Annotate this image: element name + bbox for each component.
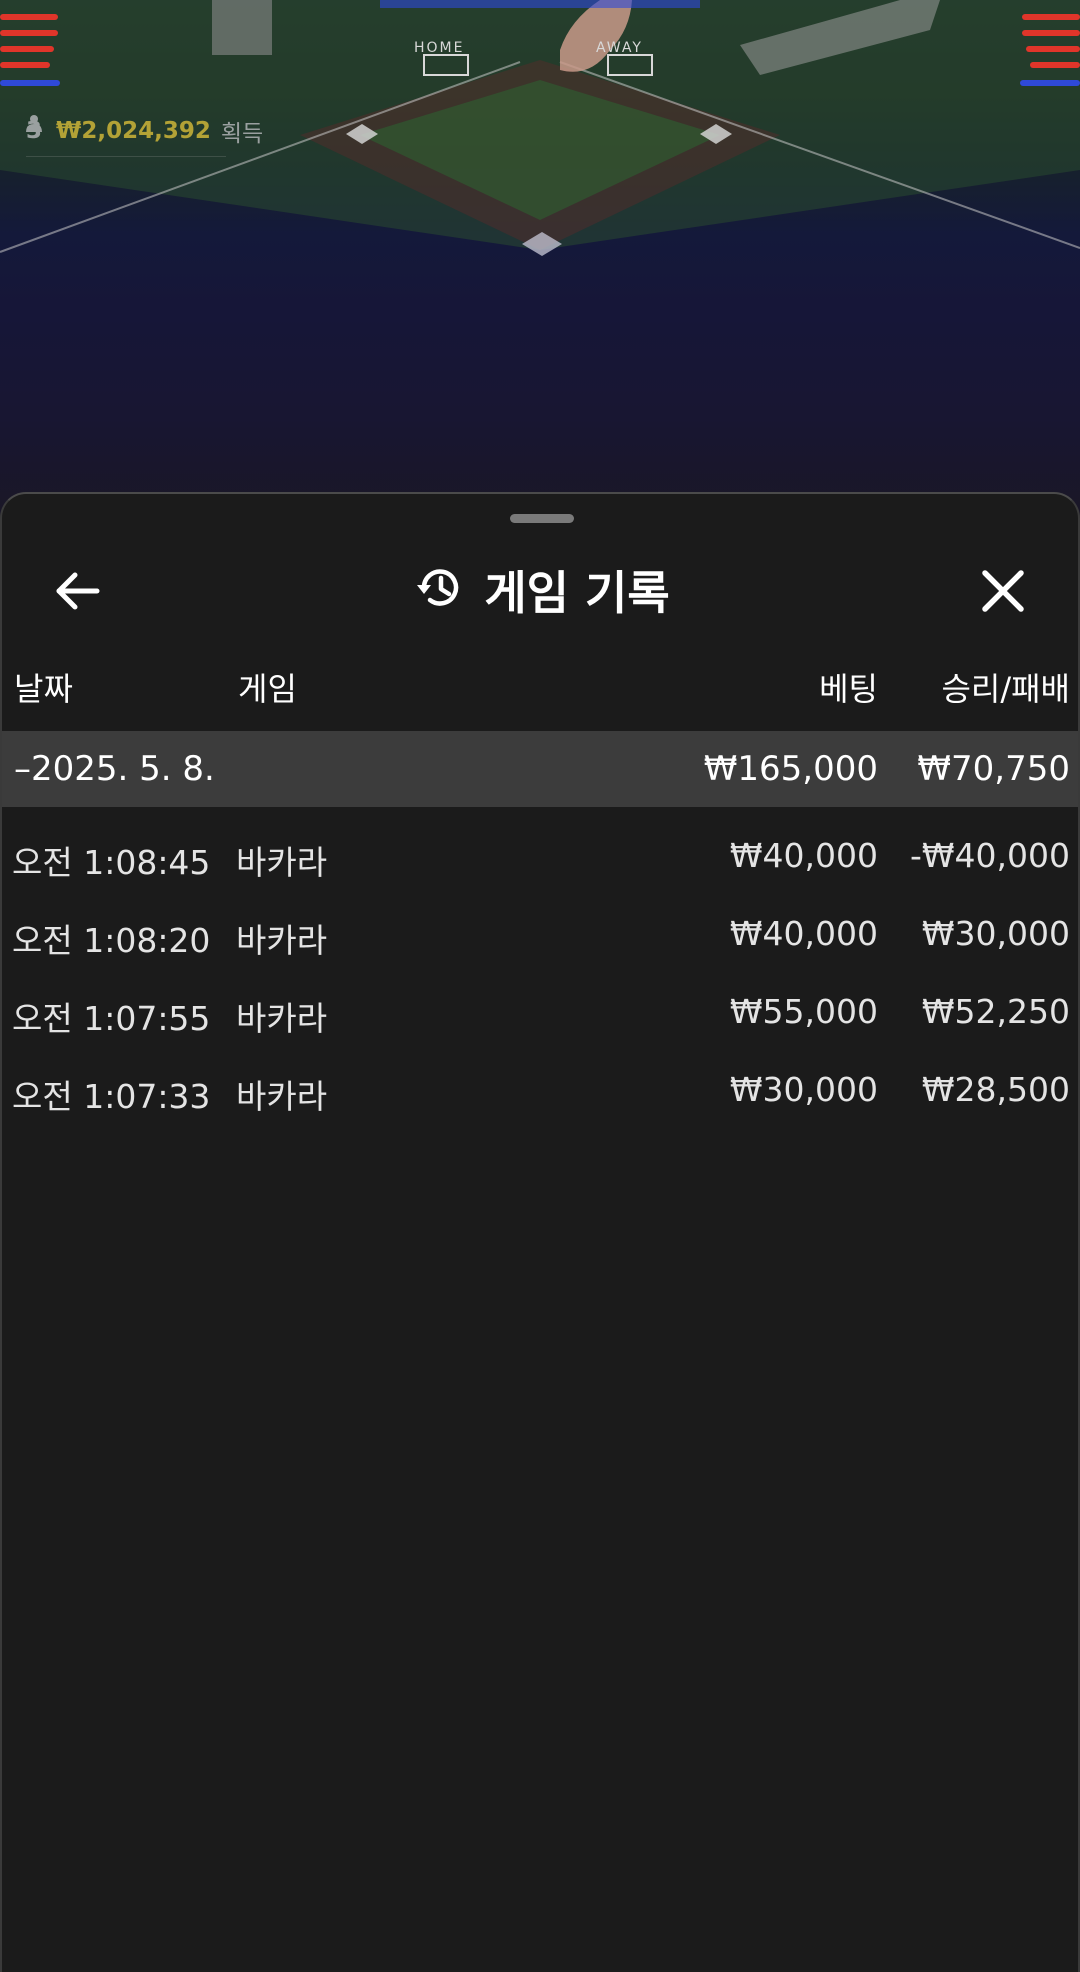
sheet-title-group: 게임 기록: [2, 540, 1080, 640]
winners-amount: ₩2,024,392: [56, 118, 211, 144]
group-date: –2025. 5. 8.: [14, 749, 215, 789]
row-game: 바카라: [236, 1077, 328, 1116]
close-icon: [982, 570, 1024, 612]
baseball-field-graphic: [0, 0, 1080, 256]
sheet-title: 게임 기록: [484, 566, 670, 620]
home-label: HOME: [414, 40, 465, 56]
table-row[interactable]: 오전 1:07:55 바카라 ₩55,000 ₩52,250: [2, 976, 1078, 1054]
row-game: 바카라: [236, 999, 328, 1038]
row-time: 오전 1:08:20: [12, 921, 211, 960]
row-result: ₩52,250: [921, 992, 1070, 1031]
winners-label: 획득: [220, 121, 264, 147]
neon-stripes-left: [0, 0, 60, 110]
game-history-sheet: 게임 기록 날짜 게임 베팅 승리/패배 –2025. 5. 8. ₩165,0…: [0, 492, 1080, 1972]
column-header-result: 승리/패배: [941, 670, 1070, 708]
row-bet: ₩30,000: [729, 1070, 878, 1109]
close-button[interactable]: [968, 556, 1038, 626]
group-result-total: ₩70,750: [917, 749, 1070, 789]
group-bet-total: ₩165,000: [703, 749, 878, 789]
row-game: 바카라: [236, 921, 328, 960]
sheet-grabber[interactable]: [510, 514, 574, 523]
table-header: 날짜 게임 베팅 승리/패배: [2, 664, 1080, 714]
history-icon: [414, 563, 464, 617]
row-result: -₩40,000: [909, 836, 1070, 875]
row-time: 오전 1:07:33: [12, 1077, 211, 1116]
game-table-background: HOME AWAY 3 ₩2,024,392 획득: [0, 0, 1080, 520]
row-bet: ₩40,000: [729, 836, 878, 875]
row-bet: ₩40,000: [729, 914, 878, 953]
row-result: ₩30,000: [921, 914, 1070, 953]
arrow-left-icon: [56, 572, 100, 610]
row-bet: ₩55,000: [729, 992, 878, 1031]
table-row[interactable]: 오전 1:08:20 바카라 ₩40,000 ₩30,000: [2, 898, 1078, 976]
date-group-row[interactable]: –2025. 5. 8. ₩165,000 ₩70,750: [2, 731, 1078, 807]
row-result: ₩28,500: [921, 1070, 1070, 1109]
row-time: 오전 1:08:45: [12, 843, 211, 882]
column-header-date: 날짜: [14, 670, 73, 708]
column-header-bet: 베팅: [819, 670, 878, 708]
winners-summary: 3 ₩2,024,392 획득: [26, 114, 263, 148]
table-row[interactable]: 오전 1:08:45 바카라 ₩40,000 -₩40,000: [2, 820, 1078, 898]
row-time: 오전 1:07:55: [12, 999, 211, 1038]
winners-divider: [26, 156, 226, 157]
table-row[interactable]: 오전 1:07:33 바카라 ₩30,000 ₩28,500: [2, 1054, 1078, 1132]
neon-stripes-right: [1020, 0, 1080, 110]
back-button[interactable]: [42, 556, 112, 626]
away-label: AWAY: [596, 40, 643, 56]
column-header-game: 게임: [238, 670, 297, 708]
sheet-header: 게임 기록: [2, 540, 1080, 640]
row-game: 바카라: [236, 843, 328, 882]
history-list: 오전 1:08:45 바카라 ₩40,000 -₩40,000 오전 1:08:…: [2, 820, 1078, 1132]
